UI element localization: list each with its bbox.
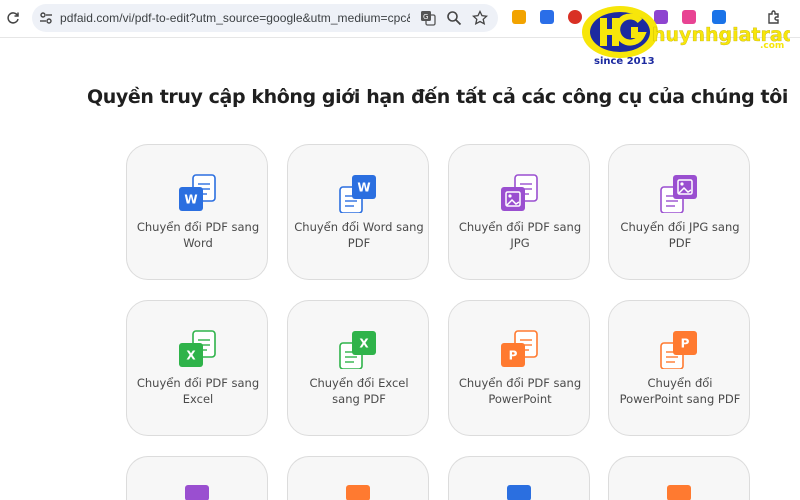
url-text[interactable]: pdfaid.com/vi/pdf-to-edit?utm_source=goo… [60,11,410,25]
tool-icon [659,485,699,500]
tool-icon [338,485,378,500]
tool-card-label: Chuyển đổi JPG sang PDF [620,220,740,250]
tool-card-label: Chuyển đổi PowerPoint sang PDF [619,376,741,406]
svg-text:W: W [184,193,197,207]
tool-card-label: Chuyển đổi PDF sang Word [136,220,260,250]
address-bar[interactable]: pdfaid.com/vi/pdf-to-edit?utm_source=goo… [32,4,498,32]
extension-icon[interactable] [540,10,554,24]
tool-card-label: Chuyển đổi PDF sang Excel [136,376,260,406]
word-icon: W [177,173,217,213]
tool-card[interactable]: P Chuyển đổi PDF sang PowerPoint [448,300,590,436]
svg-text:W: W [357,181,370,195]
tool-card[interactable]: P Chuyển đổi PowerPoint sang PDF [608,300,750,436]
tool-card[interactable] [126,456,268,500]
tool-card[interactable] [448,456,590,500]
watermark-since: since 2013 [594,56,655,67]
tool-card-label: Chuyển đổi PDF sang PowerPoint [458,376,582,406]
site-settings-icon[interactable] [38,10,54,26]
reload-icon[interactable] [4,9,22,27]
svg-text:G: G [423,13,428,21]
powerpoint-icon: P [499,329,539,369]
tool-card[interactable]: Chuyển đổi PDF sang JPG [448,144,590,280]
zoom-icon[interactable] [446,10,462,26]
image-icon [499,173,539,213]
tool-card[interactable] [608,456,750,500]
tool-icon [177,485,217,500]
excel-to-pdf-icon: X [338,329,378,370]
extension-icon[interactable] [512,10,526,24]
svg-text:P: P [681,337,690,351]
page-heading: Quyền truy cập không giới hạn đến tất cả… [87,86,788,108]
translate-icon[interactable]: G [420,10,436,26]
watermark-logo: huynhgiatrading .com since 2013 [580,3,800,67]
svg-text:X: X [186,349,196,363]
tool-card[interactable] [287,456,429,500]
excel-icon: X [177,329,217,369]
tool-card[interactable]: W Chuyển đổi PDF sang Word [126,144,268,280]
tool-card-label: Chuyển đổi PDF sang JPG [458,220,582,250]
tool-card-label: Chuyển đổi Word sang PDF [294,220,424,250]
tool-card-label: Chuyển đổi Excel sang PDF [309,376,409,406]
tool-card[interactable]: X Chuyển đổi Excel sang PDF [287,300,429,436]
bookmark-star-icon[interactable] [472,10,488,26]
jpg-to-pdf-icon [659,173,699,214]
tool-card[interactable]: W Chuyển đổi Word sang PDF [287,144,429,280]
powerpoint-to-pdf-icon: P [659,329,699,370]
svg-text:P: P [509,349,518,363]
watermark-domain: .com [760,41,784,51]
tool-icon [499,485,539,500]
tool-card[interactable]: Chuyển đổi JPG sang PDF [608,144,750,280]
word-to-pdf-icon: W [338,173,378,214]
svg-text:X: X [359,337,369,351]
tool-card[interactable]: X Chuyển đổi PDF sang Excel [126,300,268,436]
